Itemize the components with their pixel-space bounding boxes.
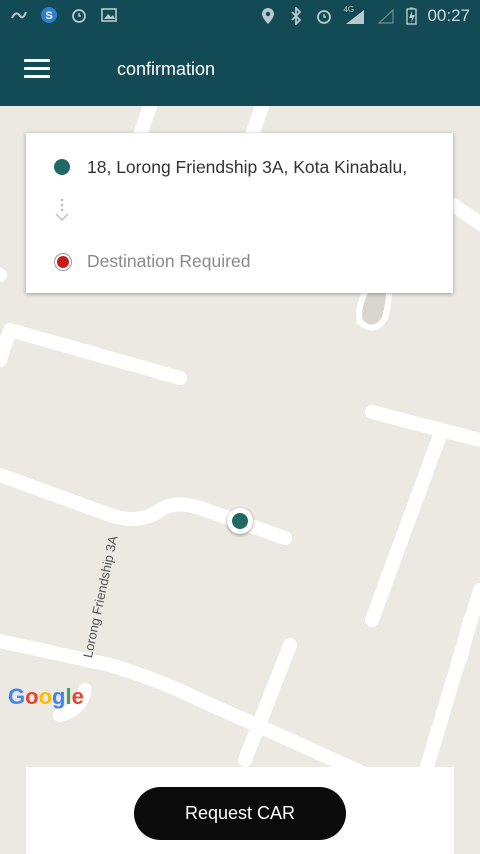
origin-row[interactable]: 18, Lorong Friendship 3A, Kota Kinabalu, xyxy=(26,147,453,187)
image-icon xyxy=(100,6,118,24)
battery-icon xyxy=(405,7,417,25)
route-connector-icon xyxy=(54,196,70,231)
signal-empty-icon xyxy=(377,7,395,25)
alarm-icon xyxy=(315,7,333,25)
signal-icon: 4G xyxy=(343,5,367,25)
location-icon xyxy=(259,7,277,25)
app-toolbar: confirmation xyxy=(0,33,480,106)
skype-icon: S xyxy=(40,6,58,24)
clock: 00:27 xyxy=(427,6,470,25)
request-car-button[interactable]: Request CAR xyxy=(134,787,346,840)
status-bar: S 4G 00:27 xyxy=(0,0,480,33)
destination-field[interactable]: Destination Required xyxy=(87,251,250,272)
bluetooth-icon xyxy=(287,7,305,25)
link-icon xyxy=(10,6,28,24)
destination-row[interactable]: Destination Required xyxy=(26,241,453,281)
current-location-marker[interactable] xyxy=(227,508,253,534)
svg-text:S: S xyxy=(45,10,52,22)
route-card: 18, Lorong Friendship 3A, Kota Kinabalu,… xyxy=(26,133,453,293)
google-logo: Google xyxy=(8,684,84,709)
destination-dot-icon xyxy=(55,254,71,270)
origin-address: 18, Lorong Friendship 3A, Kota Kinabalu, xyxy=(87,157,408,177)
alarm-icon xyxy=(70,6,88,24)
page-title: confirmation xyxy=(117,59,216,79)
hamburger-menu-icon[interactable] xyxy=(24,59,50,81)
origin-dot-icon xyxy=(54,159,70,175)
